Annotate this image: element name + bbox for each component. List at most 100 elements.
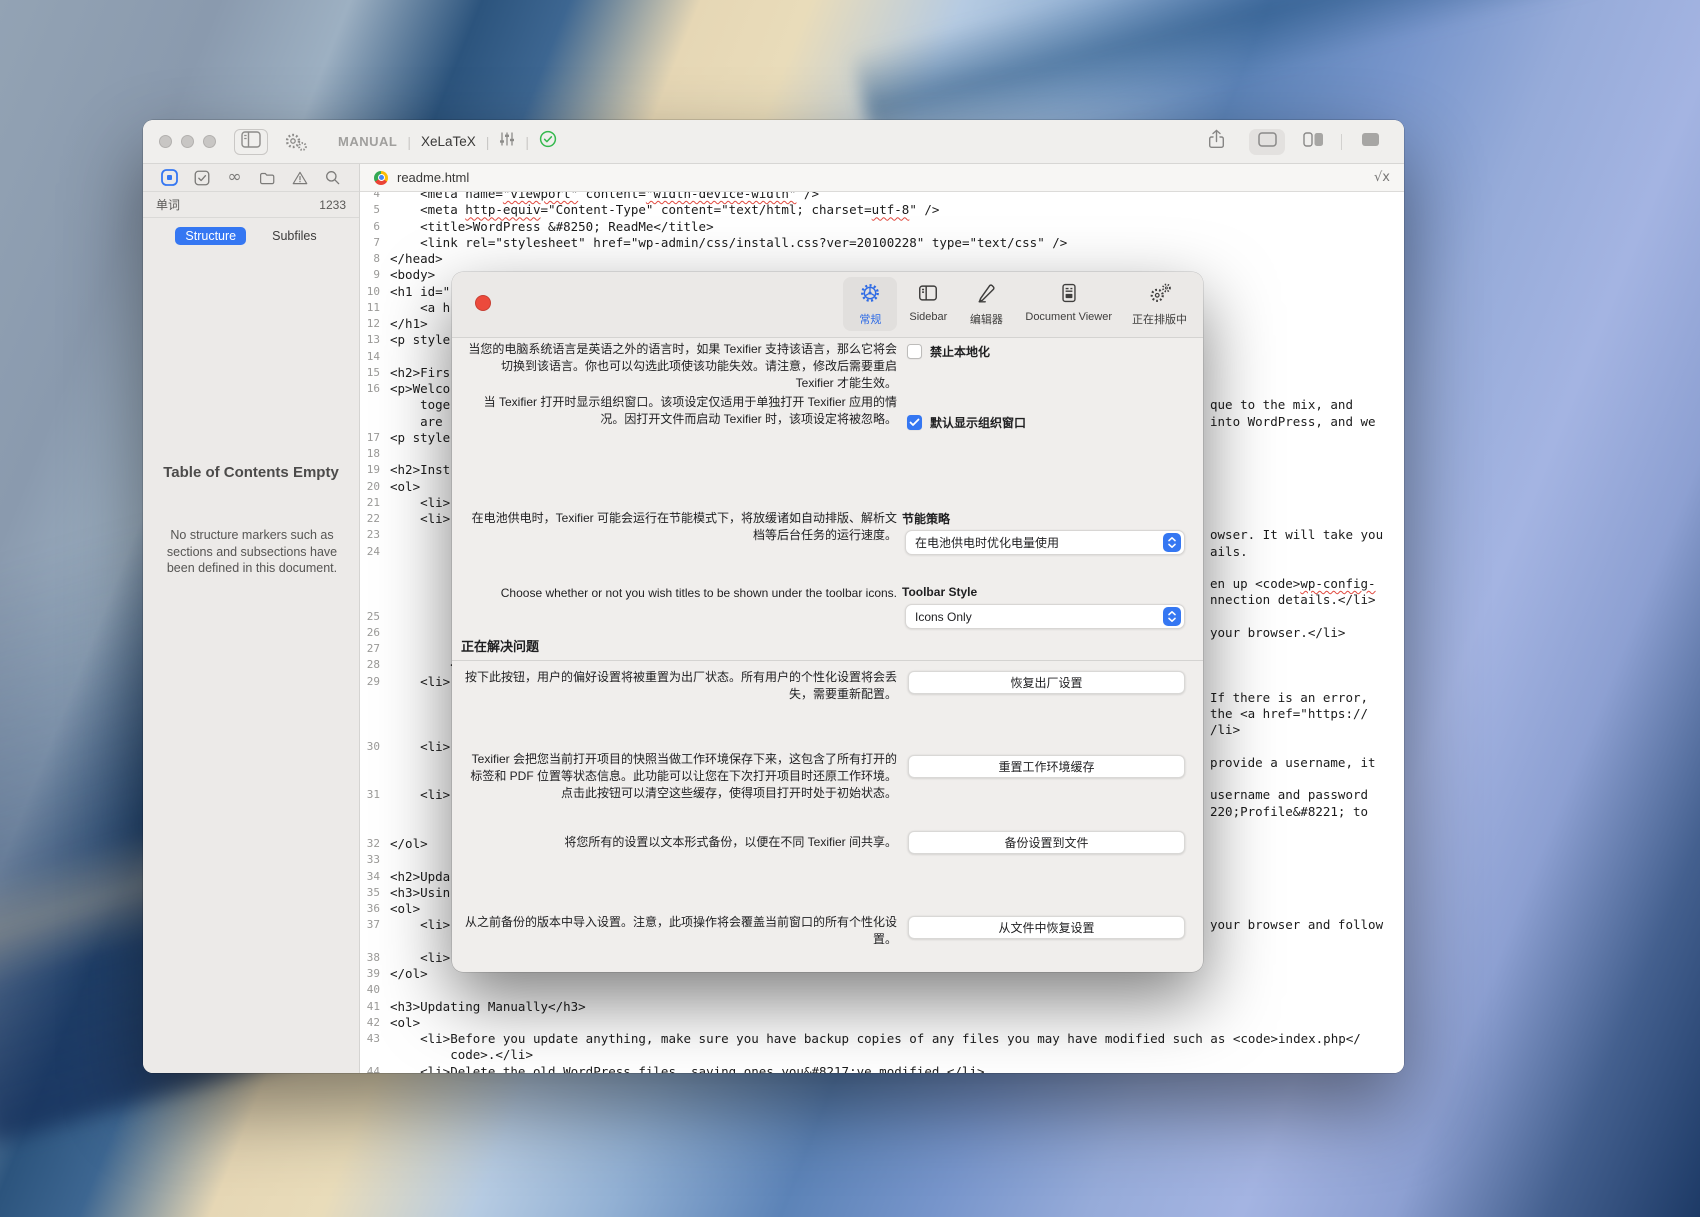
- tab-subfiles[interactable]: Subfiles: [262, 227, 326, 245]
- select-stepper-icon: [1163, 607, 1181, 626]
- code-row: 40: [360, 982, 1404, 998]
- status-ok-check-icon[interactable]: [539, 130, 557, 153]
- layout-split-pane-button[interactable]: [1295, 129, 1331, 155]
- line-number: 31: [366, 788, 380, 802]
- reset-workspace-cache-button[interactable]: 重置工作环境缓存: [908, 755, 1185, 778]
- line-number: 14: [366, 349, 380, 363]
- tab-structure[interactable]: Structure: [175, 227, 247, 245]
- sidebar-toggle-button[interactable]: [234, 128, 268, 155]
- code-text: <title>WordPress &#8250; ReadMe</title>: [390, 218, 714, 234]
- line-number: 8: [373, 252, 380, 265]
- editor-tab-bar: readme.html √x: [360, 164, 1404, 192]
- line-number: 44: [366, 1064, 380, 1074]
- code-text: <h3>Usin: [390, 884, 451, 900]
- organizer-control: 默认显示组织窗口: [907, 414, 1026, 431]
- dialog-close-button[interactable]: [475, 295, 491, 311]
- backup-settings-description: 将您所有的设置以文本形式备份，以便在不同 Texifier 间共享。: [564, 835, 897, 849]
- window-titlebar: MANUAL | XeLaTeX | |: [143, 120, 1404, 164]
- line-number: 16: [366, 382, 380, 395]
- line-number: 38: [366, 950, 380, 964]
- document-title: MANUAL: [338, 134, 398, 149]
- toolbar-style-select[interactable]: Icons Only: [905, 604, 1185, 629]
- factory-reset-button[interactable]: 恢复出厂设置: [908, 671, 1185, 694]
- code-text: <h3>Updating Manually</h3>: [390, 998, 586, 1014]
- settings-tab-Document Viewer[interactable]: Document Viewer: [1017, 277, 1120, 327]
- settings-tab-正在排版中[interactable]: 正在排版中: [1124, 277, 1195, 331]
- line-number: 12: [366, 317, 380, 330]
- code-text-right: que to the mix, and: [1210, 397, 1353, 413]
- minimize-window-button[interactable]: [181, 135, 194, 148]
- code-text: <li>: [390, 787, 451, 803]
- toc-empty-state: Table of Contents Empty No structure mar…: [143, 464, 359, 577]
- energy-policy-select[interactable]: 在电池供电时优化电量使用: [905, 530, 1185, 555]
- typeset-options-sliders-icon[interactable]: [499, 131, 515, 152]
- code-text: <li>: [390, 673, 451, 689]
- code-text: <li>: [390, 494, 451, 510]
- code-text-right: username and password: [1210, 787, 1369, 803]
- files-folder-icon[interactable]: [256, 167, 278, 189]
- code-text: <li>: [390, 511, 451, 526]
- code-row: 7 <link rel="stylesheet" href="wp-admin/…: [360, 235, 1404, 251]
- line-number: 22: [366, 512, 380, 525]
- code-text: <ol>: [390, 478, 421, 494]
- settings-tab-编辑器[interactable]: 编辑器: [959, 277, 1013, 331]
- engine-selector[interactable]: XeLaTeX: [421, 134, 476, 149]
- structure-view-icon[interactable]: [158, 167, 180, 189]
- line-number: 33: [366, 853, 380, 867]
- document-icon: [1058, 282, 1080, 309]
- code-text: <h2>Inst: [390, 462, 451, 478]
- line-number: 5: [373, 203, 380, 217]
- editor-tab-filename[interactable]: readme.html: [397, 170, 469, 185]
- line-number: 34: [366, 869, 380, 883]
- zoom-window-button[interactable]: [203, 135, 216, 148]
- code-text: <li>: [390, 917, 451, 933]
- code-text-right: nnection details.</li>: [1210, 592, 1376, 608]
- settings-tab-label: Document Viewer: [1025, 311, 1112, 323]
- restore-settings-button[interactable]: 从文件中恢复设置: [908, 916, 1185, 939]
- line-number: 41: [366, 999, 380, 1013]
- search-icon[interactable]: [322, 167, 344, 189]
- backup-settings-button[interactable]: 备份设置到文件: [908, 831, 1185, 854]
- code-row: 5 <meta http-equiv="Content-Type" conten…: [360, 202, 1404, 218]
- code-text-right: ails.: [1210, 543, 1248, 559]
- close-window-button[interactable]: [159, 135, 172, 148]
- settings-tab-label: 常规: [859, 314, 882, 326]
- line-number: 17: [366, 430, 380, 444]
- infinity-icon[interactable]: ∞: [224, 167, 246, 189]
- select-stepper-icon: [1163, 533, 1181, 552]
- line-number: 21: [366, 495, 380, 509]
- code-text-right: If there is an error,: [1210, 689, 1369, 705]
- code-text: <h2>Upda: [390, 868, 451, 884]
- code-text-right: into WordPress, and we: [1210, 413, 1376, 429]
- code-text-right: your browser.</li>: [1210, 624, 1346, 640]
- layout-full-pane-button[interactable]: [1352, 129, 1388, 155]
- full-pane-icon: [1361, 132, 1380, 152]
- code-text: <p>Welco: [390, 381, 451, 396]
- line-number: 6: [373, 219, 380, 233]
- share-icon[interactable]: [1208, 129, 1225, 154]
- math-mode-icon[interactable]: √x: [1374, 170, 1390, 185]
- html-file-icon: [374, 170, 388, 185]
- line-number: 40: [366, 983, 380, 997]
- line-number: 20: [366, 479, 380, 493]
- line-number: 7: [373, 235, 380, 249]
- section-divider: [452, 660, 1203, 661]
- typesetting-settings-gears-icon[interactable]: [282, 131, 308, 152]
- todo-checkbox-icon[interactable]: [191, 167, 213, 189]
- code-text: <meta http-equiv="Content-Type" content=…: [390, 202, 940, 218]
- line-number: 25: [366, 609, 380, 623]
- line-number: 35: [366, 885, 380, 899]
- troubleshooting-section-header: 正在解决问题: [461, 639, 540, 654]
- code-text: are: [390, 413, 443, 429]
- code-text: </ol>: [390, 836, 428, 851]
- disable-localization-checkbox[interactable]: [907, 344, 922, 359]
- line-number: 32: [366, 837, 380, 850]
- code-text: <link rel="stylesheet" href="wp-admin/cs…: [390, 234, 1068, 250]
- layout-single-pane-button[interactable]: [1249, 128, 1285, 155]
- settings-tab-Sidebar[interactable]: Sidebar: [901, 277, 955, 327]
- show-organizer-checkbox[interactable]: [907, 415, 922, 430]
- code-text: <li>: [390, 949, 451, 965]
- warnings-icon[interactable]: [289, 167, 311, 189]
- sidebar-toolbar: ∞: [143, 164, 359, 192]
- settings-tab-常规[interactable]: 常规: [843, 277, 898, 331]
